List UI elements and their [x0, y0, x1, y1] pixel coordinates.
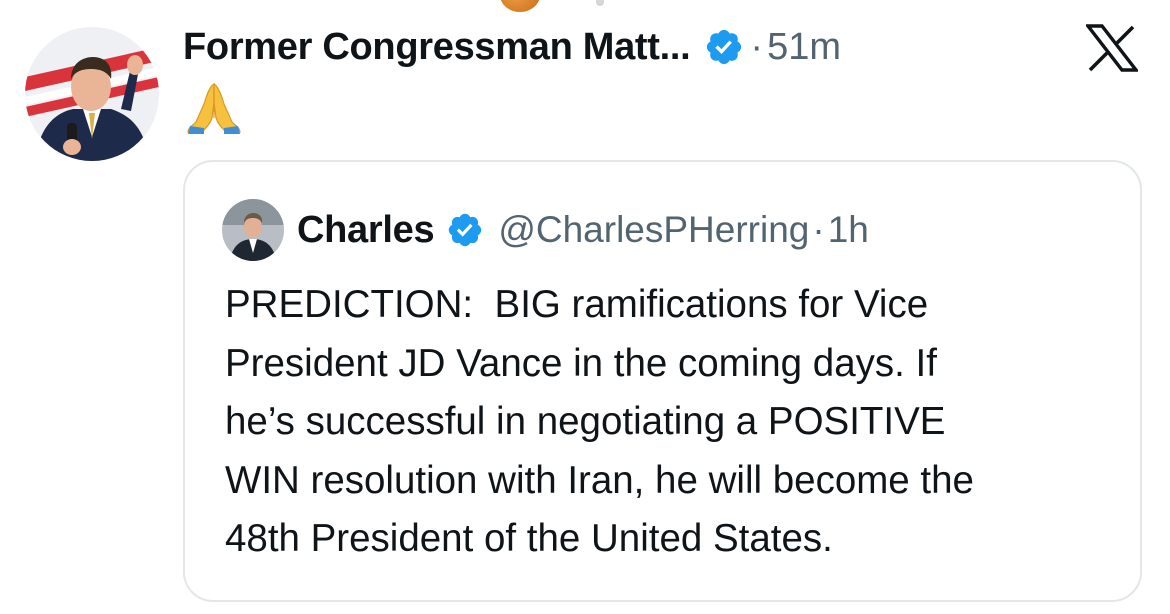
quoted-text-line: 48th President of the United States. [225, 517, 833, 560]
author-avatar[interactable] [25, 27, 159, 161]
quoted-author-avatar[interactable] [222, 199, 284, 261]
quoted-author-name[interactable]: Charles [297, 209, 435, 252]
partial-glyph-top [596, 0, 604, 6]
quoted-author-avatar-image [222, 199, 284, 261]
quoted-header-separator: · [812, 209, 825, 250]
x-logo-icon[interactable] [1086, 24, 1138, 72]
header-separator: · [750, 25, 764, 68]
author-name[interactable]: Former Congressman Matt... [183, 26, 691, 69]
tweet-header: Former Congressman Matt... · 51m [183, 22, 841, 72]
quoted-text-line: PREDICTION: BIG ramifications for Vice [225, 283, 929, 326]
quoted-tweet-card[interactable]: Charles @CharlesPHerring · 1h PREDICTION… [183, 160, 1142, 602]
quoted-tweet-header: Charles @CharlesPHerring · 1h [297, 206, 869, 254]
quoted-text-line: he’s successful in negotiating a POSITIV… [225, 400, 946, 443]
partial-emoji-top [500, 0, 540, 12]
verified-badge-icon [704, 27, 744, 67]
folded-hands-emoji [186, 78, 242, 136]
quoted-tweet-text: PREDICTION: BIG ramifications for Vice P… [225, 276, 1125, 569]
tweet-screenshot: Former Congressman Matt... · 51m Charles… [0, 0, 1170, 614]
author-avatar-image [25, 27, 159, 161]
verified-badge-icon [446, 211, 484, 249]
quoted-author-handle[interactable]: @CharlesPHerring [498, 209, 809, 251]
quoted-text-line: President JD Vance in the coming days. I… [225, 341, 937, 385]
quoted-tweet-time[interactable]: 1h [828, 209, 869, 251]
quoted-text-line: WIN resolution with Iran, he will become… [225, 458, 974, 502]
tweet-time[interactable]: 51m [767, 26, 841, 69]
